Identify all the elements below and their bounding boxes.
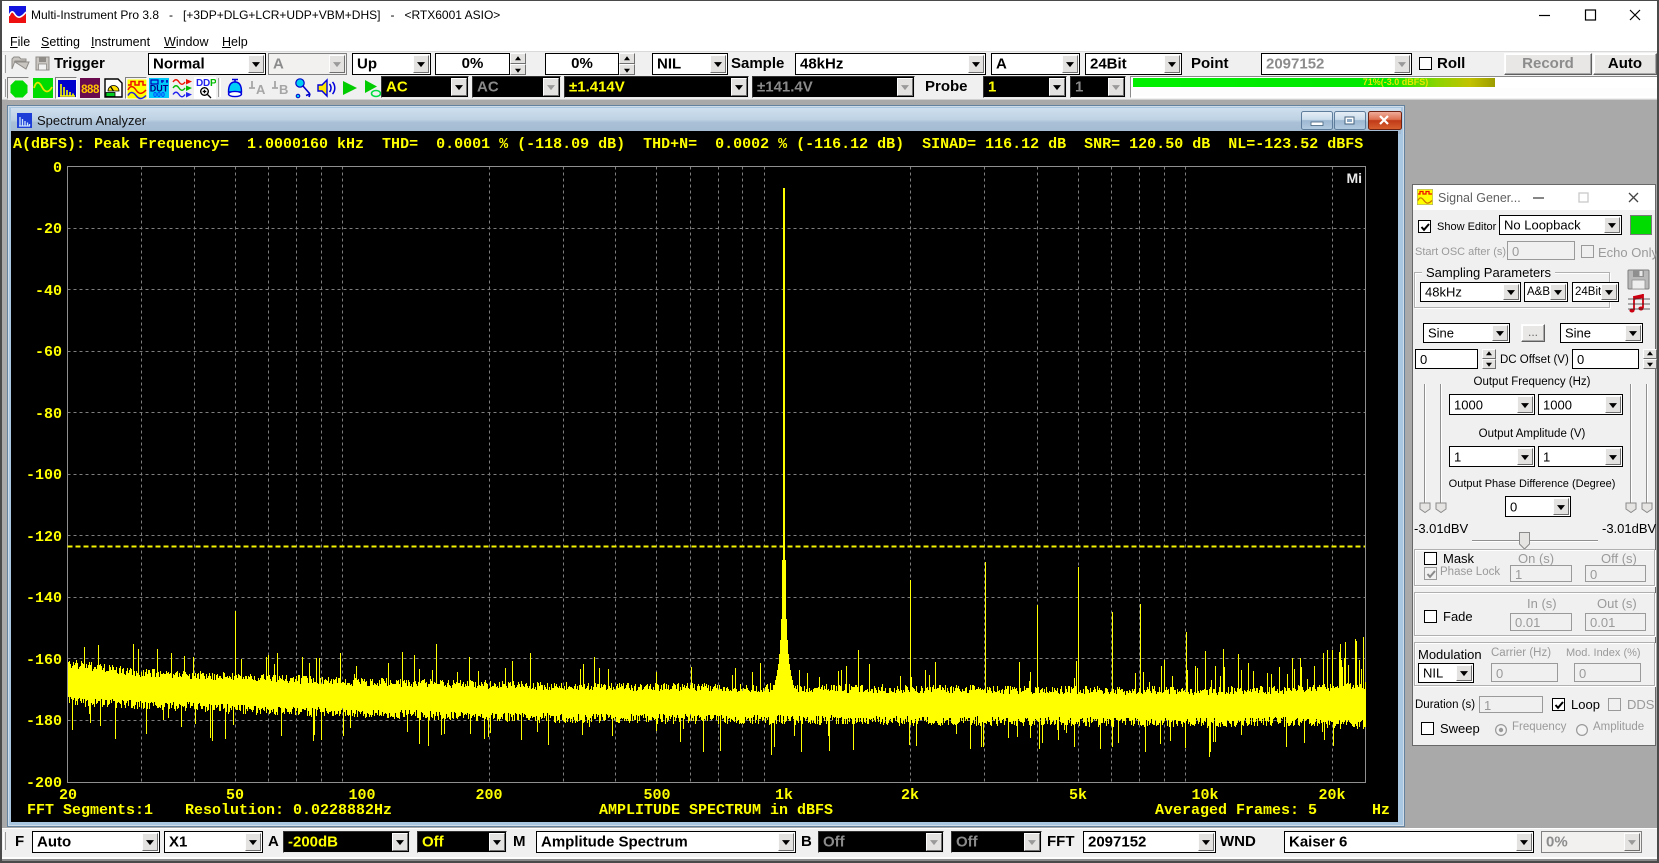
- svg-text:Hz: Hz: [1372, 802, 1390, 819]
- svg-text:AMPLITUDE SPECTRUM in dBFS: AMPLITUDE SPECTRUM in dBFS: [599, 802, 833, 819]
- svg-text:200: 200: [475, 787, 502, 804]
- svg-text:-200: -200: [26, 775, 62, 792]
- svg-text:-40: -40: [35, 283, 62, 300]
- svg-text:-160: -160: [26, 652, 62, 669]
- svg-text:FFT Segments:1: FFT Segments:1: [27, 802, 153, 819]
- svg-text:000: 000: [153, 92, 165, 99]
- svg-text:Mi: Mi: [1346, 170, 1362, 186]
- svg-text:2k: 2k: [901, 787, 919, 804]
- svg-text:5k: 5k: [1069, 787, 1087, 804]
- svg-text:-60: -60: [35, 344, 62, 361]
- svg-text:-180: -180: [26, 713, 62, 730]
- svg-text:888: 888: [81, 84, 100, 96]
- svg-text:Resolution: 0.0228882Hz: Resolution: 0.0228882Hz: [185, 802, 392, 819]
- svg-text:P: P: [210, 78, 216, 89]
- svg-text:Averaged Frames: 5: Averaged Frames: 5: [1155, 802, 1317, 819]
- svg-text:A(dBFS): Peak Frequency= 1.00: A(dBFS): Peak Frequency= 1.0000160 kHz T…: [13, 136, 1363, 153]
- svg-text:0: 0: [53, 160, 62, 177]
- svg-text:-20: -20: [35, 221, 62, 238]
- svg-text:-120: -120: [26, 529, 62, 546]
- svg-text:-80: -80: [35, 406, 62, 423]
- svg-text:A: A: [256, 82, 266, 97]
- svg-text:-140: -140: [26, 590, 62, 607]
- svg-text:20k: 20k: [1318, 787, 1345, 804]
- svg-text:-100: -100: [26, 467, 62, 484]
- svg-text:B: B: [279, 82, 288, 97]
